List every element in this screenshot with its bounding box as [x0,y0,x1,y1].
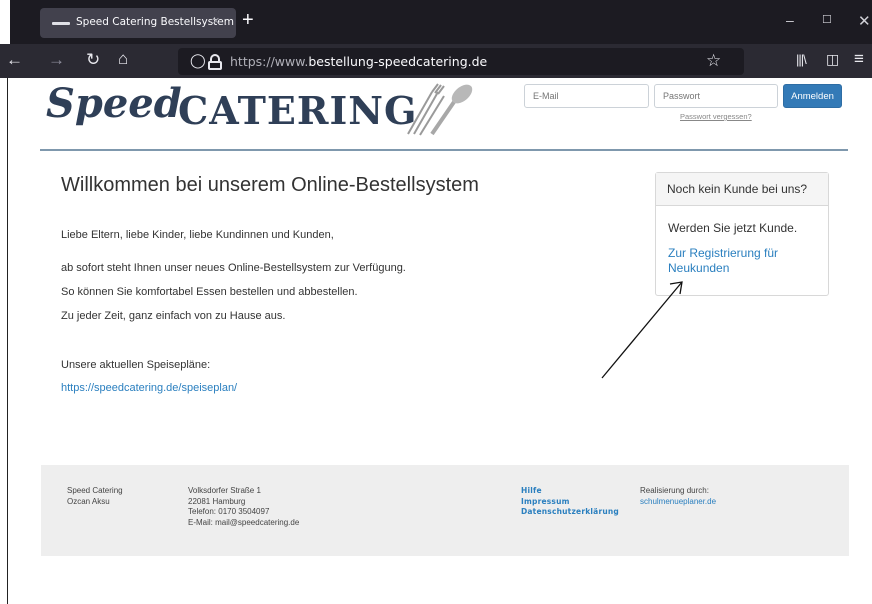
panel-text: Werden Sie jetzt Kunde. [668,221,798,235]
footer-street: Volksdorfer Straße 1 [188,486,261,495]
footer-privacy-link[interactable]: Datenschutzerklärung [521,507,619,518]
footer-company: Speed Catering [67,486,123,495]
window-left-edge [0,78,8,604]
footer-email: E-Mail: mail@speedcatering.de [188,517,300,527]
page-favicon-icon [52,22,70,25]
sidebar-toggle-icon[interactable]: ◫ [826,51,839,68]
tab-title: Speed Catering Bestellsystem [76,16,234,28]
footer-phone: Telefon: 0170 3504097 [188,507,270,516]
lock-body-icon [208,61,222,70]
footer-realized-by: Realisierung durch: [640,486,709,495]
menu-heading: Unsere aktuellen Speisepläne: [61,359,211,371]
intro-line-3: Zu jeder Zeit, ganz einfach von zu Hause… [61,310,286,322]
footer-city: 22081 Hamburg [188,496,246,506]
intro-line-1: ab sofort steht Ihnen unser neues Online… [61,262,406,274]
page-footer: Speed Catering Ozcan Aksu Volksdorfer St… [41,465,849,556]
home-icon[interactable]: ⌂ [118,49,128,69]
forward-icon[interactable]: → [48,50,65,70]
menu-plan-link[interactable]: https://speedcatering.de/speiseplan/ [61,382,237,394]
footer-realized-link[interactable]: schulmenueplaner.de [640,497,716,508]
email-input[interactable] [524,84,649,108]
register-link[interactable]: Zur Registrierung für Neukunden [668,246,818,276]
tracking-shield-icon[interactable]: ◯ [190,52,206,69]
footer-credits-col: Realisierung durch: schulmenueplaner.de [640,486,716,507]
menu-hamburger-icon[interactable]: ≡ [854,49,864,69]
footer-address-col: Volksdorfer Straße 1 22081 Hamburg Telef… [188,486,299,528]
browser-tab[interactable]: Speed Catering Bestellsystem × [40,8,236,38]
browser-navigation-bar: ← → ↻ ⌂ ◯ https://www.bestellung-speedca… [0,44,872,78]
login-button[interactable]: Anmelden [783,84,842,108]
annotation-arrow-icon [601,281,683,379]
logo-catering-text: CATERING [178,88,418,133]
url-text[interactable]: https://www.bestellung-speedcatering.de [230,54,487,69]
tab-close-icon[interactable]: × [212,13,220,28]
address-bar[interactable]: ◯ https://www.bestellung-speedcatering.d… [178,48,744,75]
library-icon[interactable]: |||\ [796,52,807,67]
maximize-icon[interactable]: ☐ [822,13,832,26]
bookmark-star-icon[interactable]: ☆ [706,51,721,71]
forgot-password-link[interactable]: Passwort vergessen? [680,112,752,121]
reload-icon[interactable]: ↻ [86,50,100,70]
footer-links-col: Hilfe Impressum Datenschutzerklärung [521,486,619,518]
intro-line-2: So können Sie komfortabel Essen bestelle… [61,286,358,298]
footer-imprint-link[interactable]: Impressum [521,497,619,508]
page-title: Willkommen bei unserem Online-Bestellsys… [61,174,479,196]
footer-company-col: Speed Catering Ozcan Aksu [67,486,123,507]
panel-heading: Noch kein Kunde bei uns? [656,173,828,206]
browser-tab-bar: Speed Catering Bestellsystem × + – ☐ ✕ [10,0,872,44]
new-tab-button[interactable]: + [242,9,254,32]
speed-catering-logo[interactable]: Speed CATERING [46,80,476,138]
greeting-text: Liebe Eltern, liebe Kinder, liebe Kundin… [61,229,334,241]
minimize-icon[interactable]: – [786,12,794,28]
footer-owner: Ozcan Aksu [67,496,110,506]
header-divider [40,149,848,151]
password-input[interactable] [654,84,778,108]
window-close-icon[interactable]: ✕ [858,12,871,30]
footer-help-link[interactable]: Hilfe [521,486,619,497]
back-icon[interactable]: ← [6,50,23,70]
cutlery-icon [407,83,473,136]
logo-speed-text: Speed [46,80,182,127]
